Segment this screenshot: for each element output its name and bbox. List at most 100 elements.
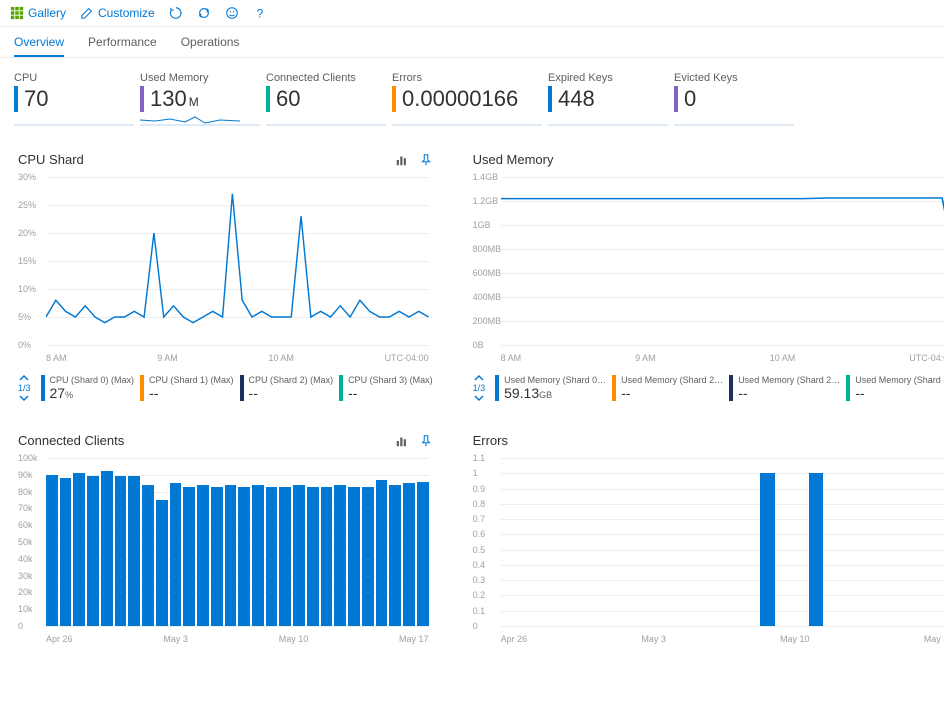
kpi-tile[interactable]: Expired Keys 448: [548, 72, 668, 126]
bar: [170, 483, 182, 626]
tabs: Overview Performance Operations: [0, 27, 944, 58]
tab-overview[interactable]: Overview: [14, 27, 64, 57]
chart-plot-area[interactable]: 1.110.90.80.70.60.50.40.30.20.10Apr 26Ma…: [473, 458, 944, 648]
bar: [279, 487, 291, 626]
pin-icon[interactable]: [419, 153, 433, 167]
x-tick: 10 AM: [268, 353, 294, 363]
feedback-button[interactable]: [225, 6, 239, 20]
legend-name: CPU (Shard 3) (Max): [348, 375, 433, 385]
y-tick: 60k: [18, 520, 33, 530]
kpi-tile[interactable]: Connected Clients 60: [266, 72, 386, 126]
legend-item[interactable]: Used Memory (Shard 2…--: [612, 375, 723, 401]
bar: [417, 482, 429, 626]
kpi-value: 0.00000166: [402, 86, 518, 112]
chart-plot-area[interactable]: 100k90k80k70k60k50k40k30k20k10k0Apr 26Ma…: [18, 458, 433, 648]
tab-performance[interactable]: Performance: [88, 27, 157, 57]
kpi-label: Used Memory: [140, 72, 260, 84]
y-tick: 1.2GB: [473, 196, 499, 206]
legend-item[interactable]: Used Memory (Shard 2…--: [729, 375, 840, 401]
chevron-up-icon[interactable]: [474, 373, 484, 383]
y-tick: 0.7: [473, 514, 486, 524]
sparkline: [140, 114, 240, 126]
y-tick: 1.1: [473, 453, 486, 463]
chevron-down-icon[interactable]: [474, 393, 484, 403]
x-tick: May 3: [641, 634, 666, 644]
legend-pager: 1/3: [473, 373, 486, 403]
kpi-tile[interactable]: Evicted Keys 0: [674, 72, 794, 126]
y-tick: 20k: [18, 587, 33, 597]
y-tick: 20%: [18, 228, 36, 238]
bar: [46, 475, 58, 626]
customize-button[interactable]: Customize: [80, 6, 155, 20]
svg-text:?: ?: [256, 6, 263, 20]
legend-item[interactable]: CPU (Shard 3) (Max)--: [339, 375, 433, 401]
legend-name: CPU (Shard 2) (Max): [249, 375, 334, 385]
smiley-icon: [225, 6, 239, 20]
y-tick: 15%: [18, 256, 36, 266]
bar: [321, 487, 333, 626]
kpi-tile[interactable]: Errors 0.00000166: [392, 72, 542, 126]
y-tick: 0.4: [473, 560, 486, 570]
legend-item[interactable]: Used Memory (Shard 0…59.13GB: [495, 375, 606, 401]
chart-errors: Errors 1.110.90.80.70.60.50.40.30.20.10A…: [473, 433, 944, 648]
pin-icon[interactable]: [419, 434, 433, 448]
legend-name: Used Memory (Shard 2…: [738, 375, 840, 385]
help-button[interactable]: ?: [253, 6, 267, 20]
x-tick: May 10: [279, 634, 309, 644]
y-tick: 0.9: [473, 484, 486, 494]
x-tick: 9 AM: [635, 353, 656, 363]
bar: [183, 487, 195, 626]
y-tick: 0%: [18, 340, 31, 350]
legend-item[interactable]: CPU (Shard 1) (Max)--: [140, 375, 234, 401]
bar: [348, 487, 360, 626]
y-tick: 10%: [18, 284, 36, 294]
bar: [376, 480, 388, 626]
customize-label: Customize: [98, 6, 155, 20]
x-tick: UTC-04:00: [385, 353, 429, 363]
y-tick: 50k: [18, 537, 33, 547]
chart-used-memory: Used Memory 1.4GB1.2GB1GB800MB600MB400MB…: [473, 152, 944, 403]
y-tick: 90k: [18, 470, 33, 480]
kpi-row: CPU 70 Used Memory 130 M Connected Clien…: [0, 58, 944, 130]
legend-name: Used Memory (Shard 0…: [504, 375, 606, 385]
y-tick: 1.4GB: [473, 172, 499, 182]
refresh-icon: [169, 6, 183, 20]
chevron-up-icon[interactable]: [19, 373, 29, 383]
y-tick: 0.1: [473, 606, 486, 616]
legend-value: --: [149, 385, 158, 401]
bar: [362, 487, 374, 626]
bar: [238, 487, 250, 626]
legend-value: --: [738, 385, 747, 401]
bar-chart-icon[interactable]: [395, 434, 409, 448]
bar-chart-icon[interactable]: [395, 153, 409, 167]
legend-item[interactable]: CPU (Shard 0) (Max)27%: [41, 375, 135, 401]
y-tick: 0.2: [473, 590, 486, 600]
chart-plot-area[interactable]: 1.4GB1.2GB1GB800MB600MB400MB200MB0B8 AM9…: [473, 177, 944, 367]
x-tick: 8 AM: [46, 353, 67, 363]
bar: [809, 473, 823, 626]
bar: [211, 487, 223, 626]
x-tick: May 17: [399, 634, 429, 644]
legend-name: CPU (Shard 1) (Max): [149, 375, 234, 385]
bar: [156, 500, 168, 626]
legend-item[interactable]: CPU (Shard 2) (Max)--: [240, 375, 334, 401]
bar: [389, 485, 401, 626]
pencil-icon: [80, 6, 94, 20]
auto-refresh-button[interactable]: [197, 6, 211, 20]
legend-pager: 1/3: [18, 373, 31, 403]
legend-item[interactable]: Used Memory (Shard 3…--: [846, 375, 944, 401]
legend-value: --: [249, 385, 258, 401]
kpi-tile[interactable]: Used Memory 130 M: [140, 72, 260, 126]
x-tick: 9 AM: [157, 353, 178, 363]
refresh-button[interactable]: [169, 6, 183, 20]
pager-text: 1/3: [473, 383, 486, 393]
y-tick: 200MB: [473, 316, 502, 326]
gallery-button[interactable]: Gallery: [10, 6, 66, 20]
bar: [115, 476, 127, 626]
chart-plot-area[interactable]: 30%25%20%15%10%5%0%8 AM9 AM10 AMUTC-04:0…: [18, 177, 433, 367]
y-tick: 10k: [18, 604, 33, 614]
kpi-tile[interactable]: CPU 70: [14, 72, 134, 126]
bar: [225, 485, 237, 626]
chevron-down-icon[interactable]: [19, 393, 29, 403]
tab-operations[interactable]: Operations: [181, 27, 240, 57]
